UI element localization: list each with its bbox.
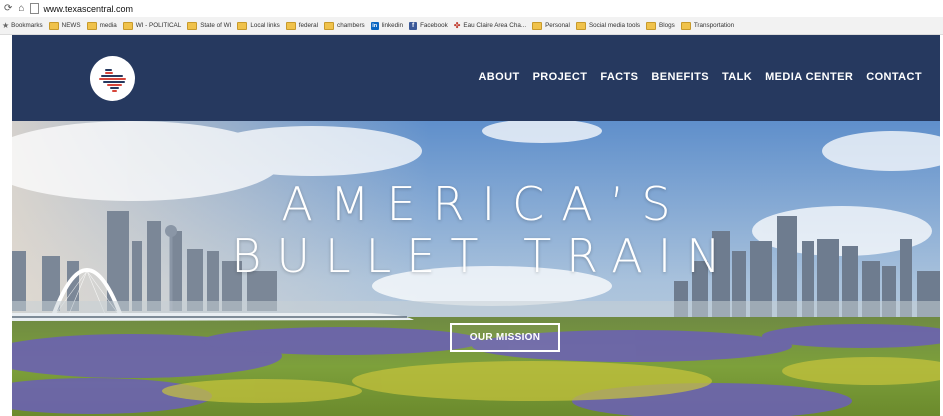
folder-icon [646,21,657,30]
bookmark-eau-claire[interactable]: ✤ Eau Claire Area Cha... [454,21,526,30]
bookmark-news[interactable]: NEWS [48,21,81,30]
folder-icon [237,21,248,30]
bookmark-facebook[interactable]: f Facebook [409,21,448,30]
facebook-icon: f [409,21,418,30]
bookmark-transportation[interactable]: Transportation [680,21,734,30]
main-nav: ABOUT PROJECT FACTS BENEFITS TALK MEDIA … [478,71,922,83]
bookmark-local-links[interactable]: Local links [237,21,280,30]
nav-about[interactable]: ABOUT [478,71,519,83]
nav-project[interactable]: PROJECT [533,71,588,83]
bookmark-state-of-wi[interactable]: State of WI [187,21,231,30]
texas-central-logo[interactable] [90,56,135,101]
folder-icon [122,21,133,30]
star-icon: ★ [2,21,10,30]
nav-contact[interactable]: CONTACT [866,71,922,83]
folder-icon [48,21,59,30]
linkedin-icon: in [370,21,379,30]
hero-headline-line2: BULLET TRAIN [231,229,736,283]
page-icon [30,3,40,14]
bookmark-social-media-tools[interactable]: Social media tools [575,21,640,30]
nav-talk[interactable]: TALK [722,71,752,83]
folder-icon [285,21,296,30]
bookmark-linkedin[interactable]: in linkedin [370,21,403,30]
reload-icon[interactable]: ⟳ [4,3,12,14]
nav-benefits[interactable]: BENEFITS [651,71,709,83]
chamber-icon: ✤ [453,21,461,30]
nav-facts[interactable]: FACTS [600,71,638,83]
bookmark-federal[interactable]: federal [285,21,318,30]
bookmark-wi-political[interactable]: WI - POLITICAL [122,21,181,30]
folder-icon [86,21,97,30]
bookmark-bookmarks[interactable]: ★ Bookmarks [2,21,43,30]
folder-icon [575,21,586,30]
bookmark-media[interactable]: media [86,21,117,30]
home-icon[interactable]: ⌂ [18,3,24,14]
folder-icon [187,21,198,30]
hero-headline-line1: AMERICA’S [281,177,688,231]
our-mission-button[interactable]: OUR MISSION [450,323,560,352]
folder-icon [680,21,691,30]
site-header: ABOUT PROJECT FACTS BENEFITS TALK MEDIA … [12,35,940,121]
bookmark-chambers[interactable]: chambers [324,21,365,30]
bookmarks-bar: ★ Bookmarks NEWS media WI - POLITICAL St… [0,17,943,35]
bookmark-blogs[interactable]: Blogs [646,21,675,30]
texas-map-icon [98,68,126,92]
bookmark-personal[interactable]: Personal [532,21,570,30]
folder-icon [532,21,543,30]
folder-icon [324,21,335,30]
browser-address-bar: ⟳ ⌂ www.texascentral.com [0,0,943,17]
hero-banner: AMERICA’S BULLET TRAIN OUR MISSION [12,121,940,416]
url-field[interactable]: www.texascentral.com [43,4,133,14]
nav-media-center[interactable]: MEDIA CENTER [765,71,853,83]
